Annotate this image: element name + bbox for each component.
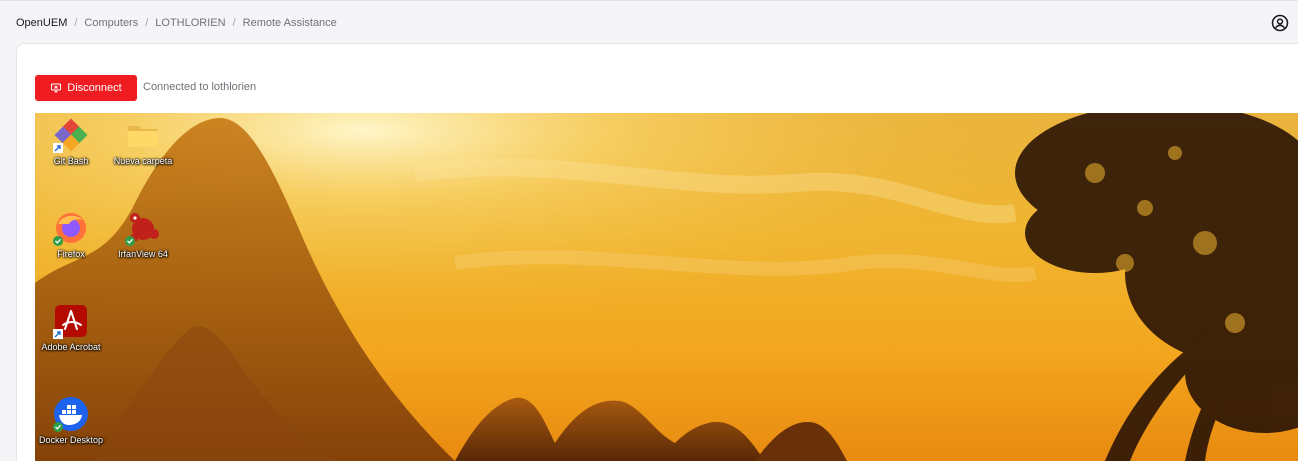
monitor-off-icon	[51, 83, 62, 93]
breadcrumb-home[interactable]: OpenUEM	[16, 16, 67, 30]
desktop-icon-label: Adobe Acrobat	[41, 342, 101, 352]
breadcrumb-current-page: Remote Assistance	[242, 17, 337, 29]
desktop-icon-adobe-acrobat[interactable]: Adobe Acrobat	[35, 303, 107, 352]
shortcut-arrow-icon	[53, 143, 63, 153]
connection-status: Connected to lothlorien	[143, 81, 257, 93]
desktop-icon-label: IrfanView 64	[118, 249, 168, 259]
remote-desktop-screen[interactable]: Git Bash Nueva carpeta Firefox IrfanView…	[35, 113, 1298, 461]
desktop-icon-label: Docker Desktop	[38, 435, 104, 445]
desktop-wallpaper	[35, 113, 1298, 461]
git-bash-icon	[53, 117, 89, 153]
shortcut-arrow-icon	[53, 329, 63, 339]
folder-icon	[125, 117, 161, 153]
desktop-icon-label: Nueva carpeta	[113, 156, 173, 166]
breadcrumb-separator: /	[145, 17, 149, 29]
acrobat-icon	[53, 303, 89, 339]
breadcrumb-separator: /	[74, 17, 78, 29]
desktop-icon-label: Firefox	[57, 249, 85, 259]
disconnect-button[interactable]: Disconnect	[35, 75, 137, 101]
check-badge-icon	[53, 236, 63, 246]
desktop-icon-irfanview[interactable]: IrfanView 64	[107, 210, 179, 259]
top-bar: OpenUEM / Computers / LOTHLORIEN / Remot…	[0, 0, 1298, 44]
irfanview-icon	[125, 210, 161, 246]
firefox-icon	[53, 210, 89, 246]
breadcrumb-separator: /	[232, 17, 236, 29]
desktop-icon-firefox[interactable]: Firefox	[35, 210, 107, 259]
check-badge-icon	[53, 422, 63, 432]
docker-icon	[53, 396, 89, 432]
check-badge-icon	[125, 236, 135, 246]
breadcrumb: OpenUEM / Computers / LOTHLORIEN / Remot…	[16, 16, 337, 30]
desktop-icon-git-bash[interactable]: Git Bash	[35, 117, 107, 166]
disconnect-label: Disconnect	[67, 82, 122, 94]
desktop-icon-nueva-carpeta[interactable]: Nueva carpeta	[107, 117, 179, 166]
desktop-icon-label: Git Bash	[53, 156, 89, 166]
desktop-icon-docker-desktop[interactable]: Docker Desktop	[35, 396, 107, 445]
breadcrumb-computers[interactable]: Computers	[84, 16, 138, 30]
breadcrumb-computer-name[interactable]: LOTHLORIEN	[155, 16, 225, 30]
user-circle-icon[interactable]	[1271, 14, 1289, 32]
